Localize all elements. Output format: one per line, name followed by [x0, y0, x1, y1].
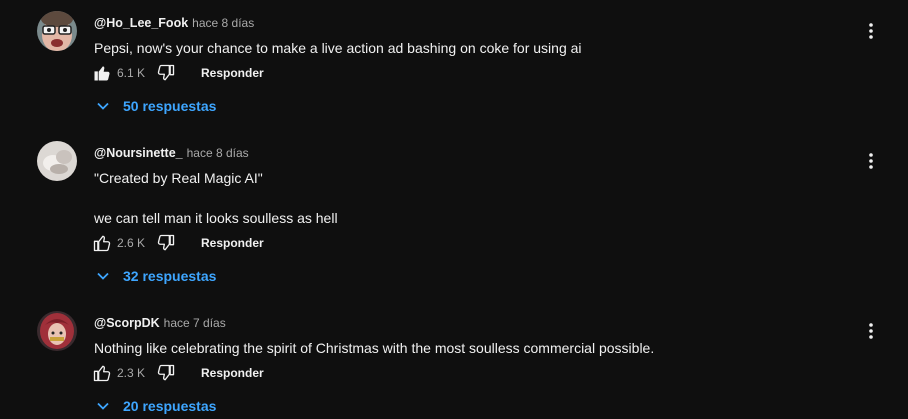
thumb-up-icon — [93, 365, 111, 382]
comment-time[interactable]: hace 7 días — [164, 316, 226, 330]
comment-actions: 2.3 K Responder — [91, 361, 264, 385]
like-button[interactable] — [91, 62, 113, 84]
avatar[interactable] — [37, 11, 77, 51]
comment-text-line: "Created by Real Magic AI" — [94, 170, 263, 186]
avatar[interactable] — [37, 311, 77, 351]
thumb-down-icon — [157, 64, 175, 81]
comments-section: @Ho_Lee_Fook hace 8 días Pepsi, now's you… — [0, 0, 908, 419]
comment-text-line: we can tell man it looks soulless as hel… — [94, 210, 338, 226]
like-count: 6.1 K — [117, 66, 146, 80]
like-button[interactable] — [91, 362, 113, 384]
dislike-button[interactable] — [155, 362, 177, 384]
chevron-down-icon — [96, 269, 110, 283]
comment-text: Nothing like celebrating the spirit of C… — [94, 338, 654, 358]
more-vert-icon — [869, 23, 873, 39]
comment-author[interactable]: @Noursinette_ — [94, 146, 183, 160]
dislike-button[interactable] — [155, 62, 177, 84]
comment-text: Pepsi, now's your chance to make a live … — [94, 38, 582, 58]
comment-time[interactable]: hace 8 días — [192, 16, 254, 30]
more-vert-icon — [869, 323, 873, 339]
dislike-button[interactable] — [155, 232, 177, 254]
like-count: 2.3 K — [117, 366, 146, 380]
view-replies-button[interactable]: 20 respuestas — [96, 394, 216, 418]
chevron-down-icon — [96, 99, 110, 113]
more-actions-button[interactable] — [860, 150, 882, 172]
comment-text-line: Pepsi, now's your chance to make a live … — [94, 40, 582, 56]
replies-count-label: 32 respuestas — [123, 268, 217, 284]
comment-text: "Created by Real Magic AI" we can tell m… — [94, 168, 338, 228]
comment-author[interactable]: @ScorpDK — [94, 316, 160, 330]
like-count: 2.6 K — [117, 236, 146, 250]
like-button[interactable] — [91, 232, 113, 254]
comment-header: @Noursinette_ hace 8 días — [94, 146, 249, 160]
thumb-down-icon — [157, 234, 175, 251]
more-actions-button[interactable] — [860, 320, 882, 342]
view-replies-button[interactable]: 50 respuestas — [96, 94, 216, 118]
comment-time[interactable]: hace 8 días — [187, 146, 249, 160]
chevron-down-icon — [96, 399, 110, 413]
replies-count-label: 20 respuestas — [123, 398, 217, 414]
more-vert-icon — [869, 153, 873, 169]
comment-header: @Ho_Lee_Fook hace 8 días — [94, 16, 254, 30]
replies-count-label: 50 respuestas — [123, 98, 217, 114]
comment-text-line: Nothing like celebrating the spirit of C… — [94, 340, 655, 356]
reply-button[interactable]: Responder — [201, 66, 264, 80]
view-replies-button[interactable]: 32 respuestas — [96, 264, 216, 288]
avatar[interactable] — [37, 141, 77, 181]
comment-header: @ScorpDK hace 7 días — [94, 316, 226, 330]
more-actions-button[interactable] — [860, 20, 882, 42]
thumb-up-icon — [93, 235, 111, 252]
comment-actions: 2.6 K Responder — [91, 231, 264, 255]
reply-button[interactable]: Responder — [201, 366, 264, 380]
thumb-up-icon — [94, 66, 110, 81]
thumb-down-icon — [157, 364, 175, 381]
comment-author[interactable]: @Ho_Lee_Fook — [94, 16, 188, 30]
comment-actions: 6.1 K Responder — [91, 61, 264, 85]
reply-button[interactable]: Responder — [201, 236, 264, 250]
